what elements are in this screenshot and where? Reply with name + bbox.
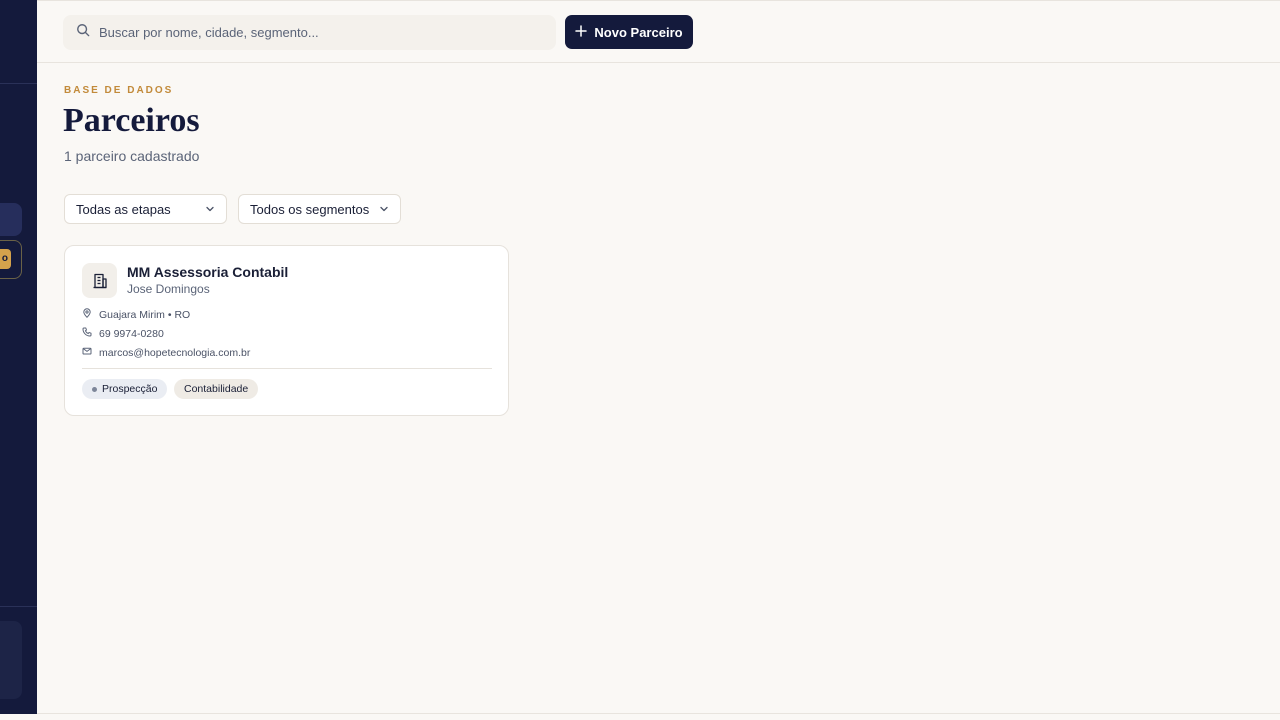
topbar: Novo Parceiro: [37, 0, 1280, 63]
mail-icon: [82, 346, 92, 359]
segment-badge-label: Contabilidade: [184, 383, 249, 395]
new-partner-button[interactable]: Novo Parceiro: [565, 15, 693, 49]
partner-email-row: marcos@hopetecnologia.com.br: [82, 346, 250, 359]
new-partner-label: Novo Parceiro: [594, 24, 683, 40]
partner-name: MM Assessoria Contabil: [127, 264, 289, 280]
search-bar[interactable]: [63, 15, 556, 50]
stage-filter-value: Todas as etapas: [76, 201, 171, 217]
page-title: Parceiros: [63, 102, 200, 139]
stage-filter-select[interactable]: Todas as etapas: [64, 194, 227, 224]
partner-location: Guajara Mirim • RO: [99, 308, 191, 321]
page-subtitle: 1 parceiro cadastrado: [64, 148, 200, 164]
segment-badge: Contabilidade: [174, 379, 259, 399]
sidebar-user-card[interactable]: [0, 621, 22, 699]
app-root: o Novo Parceiro BASE DE DADOS Parc: [0, 0, 1280, 720]
segment-filter-value: Todos os segmentos: [250, 201, 370, 217]
stage-badge-label: Prospecção: [102, 383, 158, 395]
sidebar-divider: [0, 83, 37, 84]
partner-phone-row: 69 9974-0280: [82, 327, 164, 340]
partner-card[interactable]: MM Assessoria Contabil Jose Domingos Gua…: [64, 245, 509, 416]
sidebar-item-active[interactable]: [0, 203, 22, 236]
partner-location-row: Guajara Mirim • RO: [82, 308, 190, 321]
phone-icon: [82, 327, 92, 340]
plus-icon: [575, 24, 588, 40]
partner-email: marcos@hopetecnologia.com.br: [99, 346, 251, 359]
partner-contact: Jose Domingos: [127, 282, 210, 296]
chevron-down-icon: [379, 202, 389, 217]
map-pin-icon: [82, 308, 92, 321]
card-divider: [82, 368, 492, 369]
partner-phone: 69 9974-0280: [99, 327, 164, 340]
status-dot: [92, 386, 97, 392]
page-eyebrow: BASE DE DADOS: [64, 85, 174, 96]
bottom-border: [37, 713, 1280, 714]
chevron-down-icon: [205, 202, 215, 217]
search-input[interactable]: [99, 25, 539, 40]
sidebar-badge: o: [0, 249, 11, 269]
building-icon: [82, 263, 117, 298]
sidebar: o: [0, 0, 37, 714]
sidebar-divider: [0, 606, 37, 607]
stage-badge: Prospecção: [82, 379, 168, 399]
search-icon: [76, 23, 90, 42]
segment-filter-select[interactable]: Todos os segmentos: [238, 194, 401, 224]
